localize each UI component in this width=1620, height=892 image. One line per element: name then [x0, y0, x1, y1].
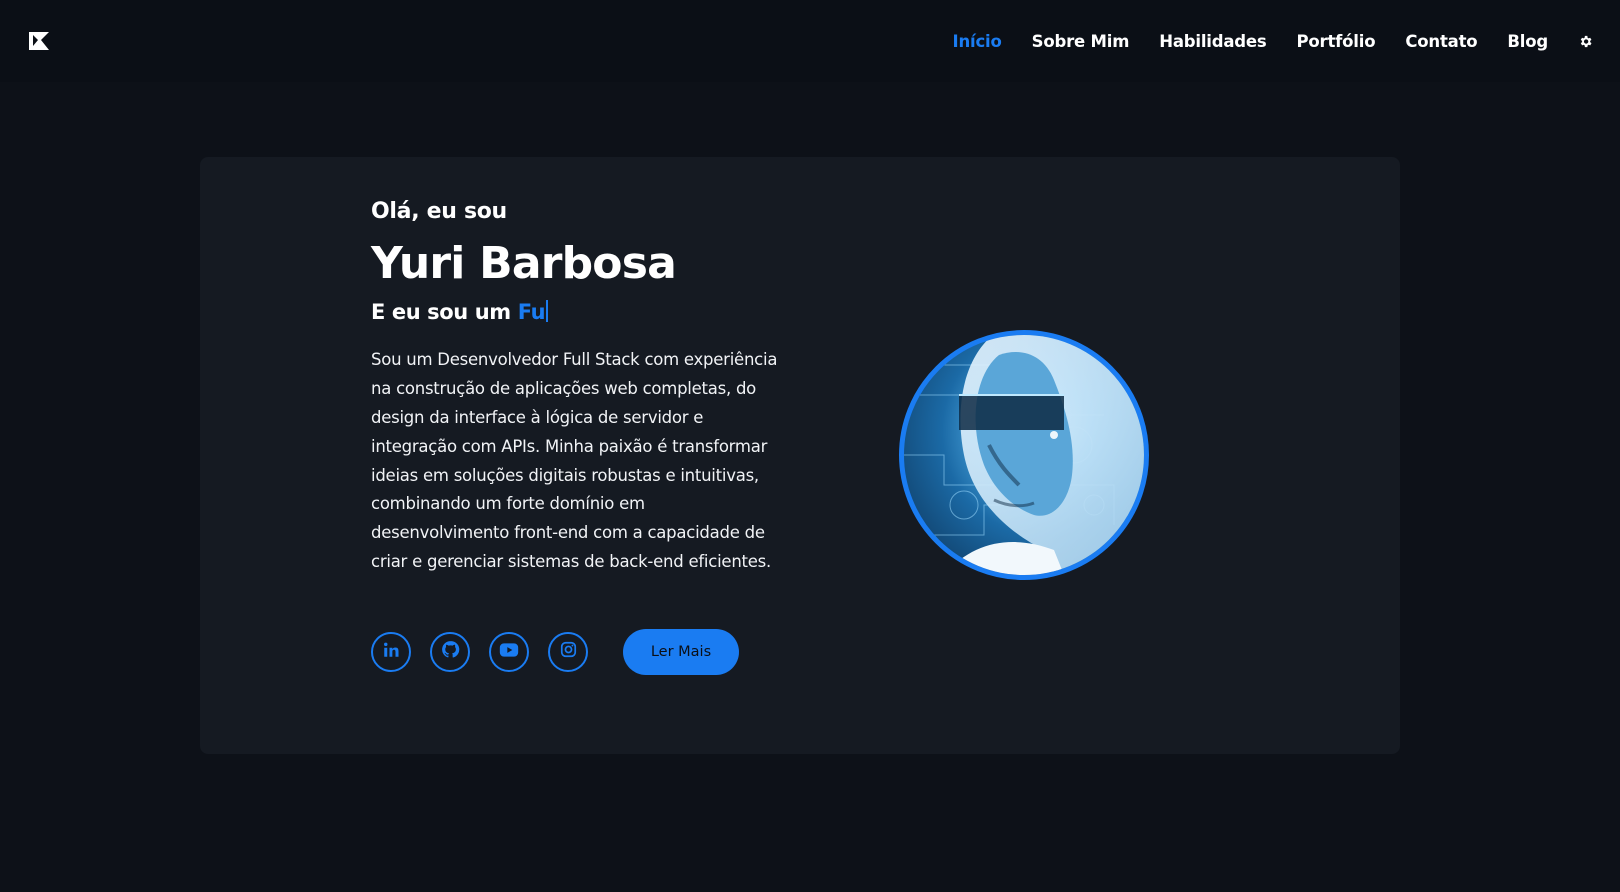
profile-avatar-art — [904, 335, 1144, 575]
hero-greeting: Olá, eu sou — [371, 199, 507, 224]
youtube-icon — [499, 642, 519, 662]
typing-cursor — [546, 300, 549, 323]
gear-icon[interactable] — [1578, 33, 1594, 49]
nav-links: Início Sobre Mim Habilidades Portfólio C… — [953, 32, 1594, 51]
hero-card: Olá, eu sou Yuri Barbosa E eu sou um Fu … — [200, 157, 1400, 754]
nav-link-habilidades[interactable]: Habilidades — [1159, 32, 1266, 51]
nav-link-inicio[interactable]: Início — [953, 32, 1002, 51]
read-more-button[interactable]: Ler Mais — [623, 628, 739, 675]
nav-link-portfolio[interactable]: Portfólio — [1297, 32, 1376, 51]
nav-link-sobre-mim[interactable]: Sobre Mim — [1032, 32, 1130, 51]
youtube-link[interactable] — [489, 631, 529, 672]
instagram-link[interactable] — [548, 631, 588, 672]
navbar: Início Sobre Mim Habilidades Portfólio C… — [0, 0, 1620, 82]
profile-avatar — [899, 330, 1149, 580]
hero-text: Olá, eu sou Yuri Barbosa E eu sou um Fu … — [371, 199, 791, 675]
github-link[interactable] — [430, 631, 470, 672]
hero-role: E eu sou um Fu — [371, 300, 791, 324]
hero-actions: Ler Mais — [371, 628, 791, 675]
nav-link-contato[interactable]: Contato — [1405, 32, 1477, 51]
hero-role-prefix: E eu sou um — [371, 300, 518, 325]
hero-bio: Sou um Desenvolvedor Full Stack com expe… — [371, 350, 778, 571]
hero-role-typed: Fu — [517, 300, 546, 325]
hero-name: Yuri Barbosa — [371, 238, 677, 289]
github-icon — [441, 640, 460, 663]
nav-link-blog[interactable]: Blog — [1507, 32, 1548, 51]
brand-logo-icon[interactable] — [28, 30, 50, 52]
instagram-icon — [560, 641, 577, 662]
linkedin-icon — [382, 641, 400, 663]
linkedin-link[interactable] — [371, 631, 411, 672]
